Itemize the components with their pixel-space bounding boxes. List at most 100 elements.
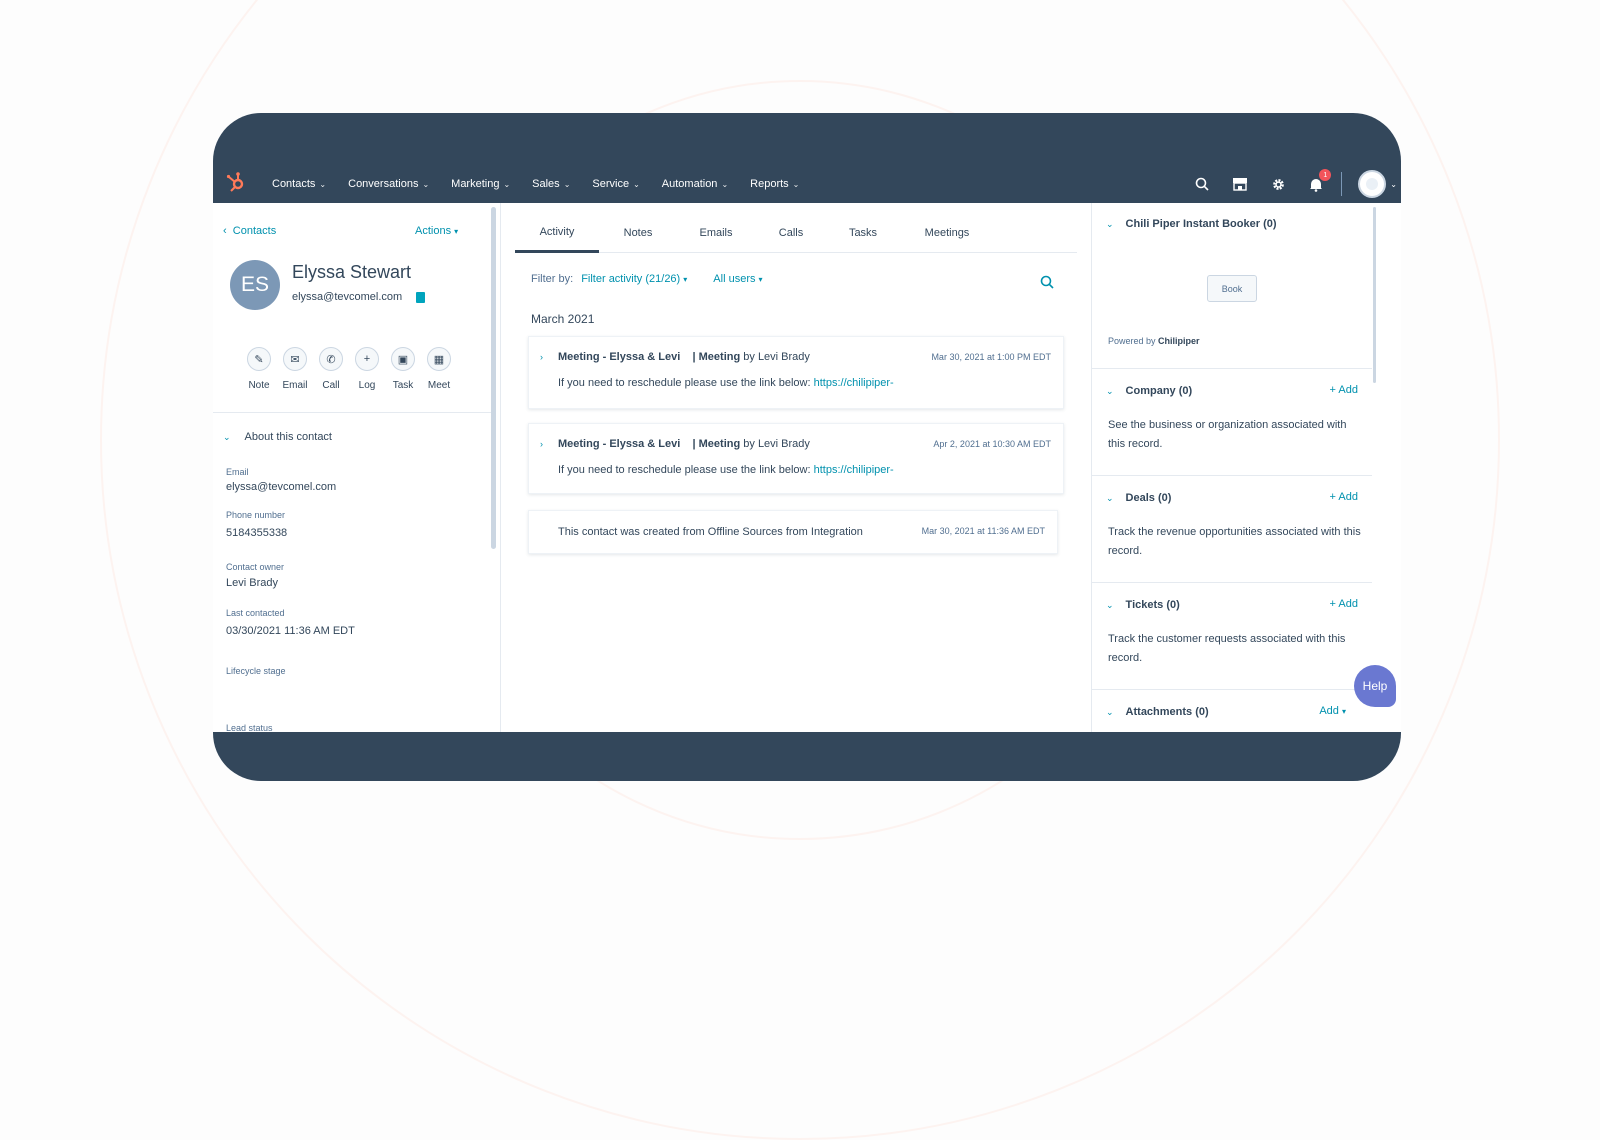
task-action[interactable]: ▣ Task xyxy=(391,347,415,391)
chevron-down-icon: ⌄ xyxy=(1106,218,1114,229)
all-users-dropdown[interactable]: All users ▾ xyxy=(713,273,762,285)
tab-activity[interactable]: Activity xyxy=(515,213,599,253)
property-email[interactable]: Email elyssa@tevcomel.com xyxy=(226,467,336,493)
meet-action[interactable]: ▦ Meet xyxy=(427,347,451,391)
contact-email: elyssa@tevcomel.com xyxy=(292,291,403,303)
calendar-icon[interactable]: ▦ xyxy=(427,347,451,371)
activity-tabs: Activity Notes Emails Calls Tasks Meetin… xyxy=(515,213,1077,253)
add-attachment-dropdown[interactable]: Add ▾ xyxy=(1319,705,1346,717)
property-last-contacted[interactable]: Last contacted 03/30/2021 11:36 AM EDT xyxy=(226,608,355,637)
timeline-card-created: This contact was created from Offline So… xyxy=(528,510,1058,554)
divider xyxy=(213,412,491,413)
marketplace-icon[interactable] xyxy=(1231,175,1249,193)
add-deal-button[interactable]: + Add xyxy=(1330,491,1358,503)
search-icon[interactable] xyxy=(1040,275,1054,289)
log-action[interactable]: + Log xyxy=(355,347,379,391)
tickets-toggle[interactable]: ⌄ Tickets (0) xyxy=(1106,599,1180,611)
note-action[interactable]: ✎ Note xyxy=(247,347,271,391)
property-owner[interactable]: Contact owner Levi Brady xyxy=(226,562,284,589)
chevron-down-icon: ⌄ xyxy=(792,179,800,189)
nav-automation[interactable]: Automation ⌄ xyxy=(662,178,728,190)
card-date: Mar 30, 2021 at 11:36 AM EDT xyxy=(921,526,1045,536)
quick-actions: ✎ Note ✉ Email ✆ Call + Log ▣ Task ▦ Meet xyxy=(247,347,451,391)
reschedule-link[interactable]: https://chilipiper- xyxy=(814,464,894,476)
powered-by: Powered by Chilipiper xyxy=(1108,336,1200,346)
contact-name: Elyssa Stewart xyxy=(292,262,412,282)
notification-badge: 1 xyxy=(1319,169,1332,181)
phone-icon[interactable]: ✆ xyxy=(319,347,343,371)
tab-meetings[interactable]: Meetings xyxy=(899,213,995,253)
call-action[interactable]: ✆ Call xyxy=(319,347,343,391)
help-button[interactable]: Help xyxy=(1354,665,1396,707)
copy-icon[interactable] xyxy=(416,292,425,303)
month-heading: March 2021 xyxy=(531,312,595,326)
task-icon[interactable]: ▣ xyxy=(391,347,415,371)
deals-section: ⌄ Deals (0) + Add Track the revenue oppor… xyxy=(1092,476,1372,583)
attachments-toggle[interactable]: ⌄ Attachments (0) xyxy=(1106,706,1209,718)
property-phone[interactable]: Phone number 5184355338 xyxy=(226,510,287,539)
gear-icon[interactable] xyxy=(1269,175,1287,193)
filter-row: Filter by: Filter activity (21/26) ▾ All… xyxy=(531,273,763,285)
nav-divider xyxy=(1341,172,1343,196)
book-button[interactable]: Book xyxy=(1207,275,1257,302)
timeline-card[interactable]: › Meeting - Elyssa & Levi | Meeting by L… xyxy=(528,423,1064,494)
add-ticket-button[interactable]: + Add xyxy=(1330,598,1358,610)
top-nav: Contacts ⌄ Conversations ⌄ Marketing ⌄ Sale… xyxy=(213,165,1401,203)
email-action[interactable]: ✉ Email xyxy=(283,347,308,391)
search-icon[interactable] xyxy=(1193,175,1211,193)
tab-notes[interactable]: Notes xyxy=(599,213,677,253)
chili-piper-toggle[interactable]: ⌄ Chili Piper Instant Booker (0) xyxy=(1106,218,1277,230)
chili-piper-section: ⌄ Chili Piper Instant Booker (0) Book Pow… xyxy=(1092,203,1372,369)
nav-conversations[interactable]: Conversations ⌄ xyxy=(348,178,429,190)
nav-sales[interactable]: Sales ⌄ xyxy=(532,178,570,190)
contact-avatar: ES xyxy=(230,260,280,310)
notifications-bell-icon[interactable]: 1 xyxy=(1307,169,1332,193)
associations-sidebar: ⌄ Chili Piper Instant Booker (0) Book Pow… xyxy=(1091,203,1401,732)
property-lead-status[interactable]: Lead status xyxy=(226,723,273,733)
company-section: ⌄ Company (0) + Add See the business or o… xyxy=(1092,369,1372,476)
company-toggle[interactable]: ⌄ Company (0) xyxy=(1106,385,1192,397)
chevron-down-icon: ⌄ xyxy=(633,179,640,189)
chevron-right-icon[interactable]: › xyxy=(540,439,543,449)
chevron-down-icon: ⌄ xyxy=(223,431,231,442)
sidebar-scrollbar[interactable] xyxy=(1373,207,1376,383)
user-avatar[interactable] xyxy=(1358,170,1387,198)
property-lifecycle-stage[interactable]: Lifecycle stage xyxy=(226,666,286,676)
filter-activity-dropdown[interactable]: Filter activity (21/26) ▾ xyxy=(581,273,687,285)
chevron-down-icon: ⌄ xyxy=(319,179,327,189)
card-date: Mar 30, 2021 at 1:00 PM EDT xyxy=(931,352,1051,362)
sidebar-scrollbar[interactable] xyxy=(491,207,496,549)
reschedule-link[interactable]: https://chilipiper- xyxy=(814,377,894,389)
app-window: Contacts ⌄ Conversations ⌄ Marketing ⌄ Sale… xyxy=(213,113,1401,781)
nav-reports[interactable]: Reports ⌄ xyxy=(750,178,799,190)
tickets-section: ⌄ Tickets (0) + Add Track the customer re… xyxy=(1092,583,1372,690)
nav-service[interactable]: Service ⌄ xyxy=(592,178,639,190)
actions-dropdown[interactable]: Actions ▾ xyxy=(415,225,458,237)
chevron-down-icon[interactable]: ⌄ xyxy=(1390,180,1397,189)
chevron-right-icon[interactable]: › xyxy=(540,352,543,362)
nav-contacts[interactable]: Contacts ⌄ xyxy=(272,178,326,190)
about-section-toggle[interactable]: ⌄ About this contact xyxy=(223,431,332,443)
back-to-contacts-link[interactable]: ‹ Contacts xyxy=(223,225,276,237)
email-icon[interactable]: ✉ xyxy=(283,347,307,371)
attachments-section: ⌄ Attachments (0) Add ▾ xyxy=(1092,690,1372,732)
chevron-down-icon: ⌄ xyxy=(563,179,571,189)
chevron-down-icon: ⌄ xyxy=(1106,706,1114,717)
chevron-down-icon: ⌄ xyxy=(1106,385,1114,396)
add-company-button[interactable]: + Add xyxy=(1330,384,1358,396)
tab-emails[interactable]: Emails xyxy=(677,213,755,253)
deals-toggle[interactable]: ⌄ Deals (0) xyxy=(1106,492,1171,504)
chevron-down-icon: ⌄ xyxy=(422,179,430,189)
timeline-card[interactable]: › Meeting - Elyssa & Levi | Meeting by L… xyxy=(528,336,1064,409)
chevron-down-icon: ⌄ xyxy=(1106,492,1114,503)
nav-marketing[interactable]: Marketing ⌄ xyxy=(451,178,510,190)
activity-timeline: Activity Notes Emails Calls Tasks Meetin… xyxy=(501,203,1091,732)
tab-calls[interactable]: Calls xyxy=(755,213,827,253)
plus-icon[interactable]: + xyxy=(355,347,379,371)
tab-tasks[interactable]: Tasks xyxy=(827,213,899,253)
chevron-down-icon: ⌄ xyxy=(503,179,511,189)
filter-label: Filter by: xyxy=(531,273,574,285)
contact-sidebar: ‹ Contacts Actions ▾ ES Elyssa Stewart e… xyxy=(213,203,501,733)
note-icon[interactable]: ✎ xyxy=(247,347,271,371)
hubspot-logo-icon[interactable] xyxy=(225,171,247,193)
